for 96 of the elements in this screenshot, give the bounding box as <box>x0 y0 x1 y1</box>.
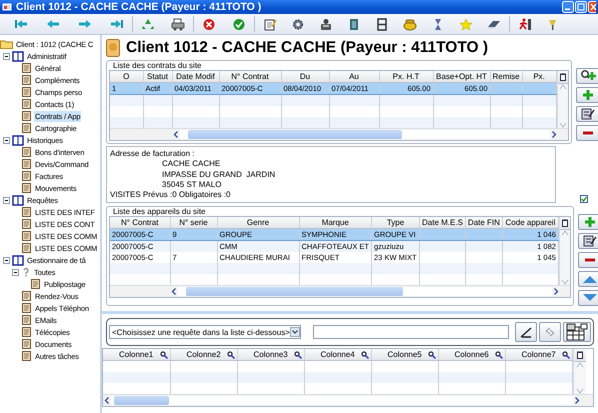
remove-button[interactable] <box>576 125 598 141</box>
scroll-right-icon[interactable] <box>573 396 581 406</box>
expand-toggle[interactable] <box>3 52 10 60</box>
search-icon[interactable] <box>160 350 168 359</box>
scroll-left-icon[interactable] <box>103 396 111 406</box>
edit-query-button[interactable] <box>515 322 537 342</box>
visits-text: VISITES Prévus :0 Obligatoires :0 <box>110 190 232 200</box>
document-icon <box>21 243 32 253</box>
search-icon[interactable] <box>294 350 302 359</box>
horizontal-scrollbar[interactable] <box>110 285 570 298</box>
client-card-icon <box>106 39 120 57</box>
document-icon <box>21 339 32 349</box>
close-circle-icon[interactable] <box>202 18 216 30</box>
clipboard-icon <box>560 73 566 81</box>
scroll-right-icon[interactable] <box>550 130 558 139</box>
arrow-right-icon[interactable] <box>78 18 92 30</box>
magnifier-plus-icon <box>580 69 596 83</box>
dropdown-value: <Choisissez une requête dans la liste ci-dessous> <box>112 328 290 337</box>
remove-button[interactable] <box>578 252 598 268</box>
notepad-icon[interactable] <box>263 18 277 30</box>
expand-toggle[interactable] <box>3 196 10 204</box>
document-icon <box>21 315 32 325</box>
clipboard-icon <box>562 219 568 228</box>
search-field[interactable] <box>312 325 509 340</box>
scroll-left-icon[interactable] <box>170 287 178 296</box>
address-line: IMPASSE DU GRAND JARDIN <box>161 170 276 180</box>
close-button[interactable] <box>588 1 596 13</box>
column-header[interactable]: Du <box>300 72 310 81</box>
window-title: Client 1012 - CACHE CACHE (Payeur : 411TOTO ) <box>16 1 262 13</box>
search-add-button[interactable] <box>576 68 598 84</box>
group-title: Liste des appareils du site <box>112 207 206 216</box>
column-header[interactable]: O <box>123 72 130 81</box>
minimize-button[interactable] <box>562 1 574 13</box>
pen-icon <box>519 325 533 340</box>
document-icon <box>21 87 32 97</box>
arrow-left-bar-icon[interactable] <box>14 18 28 30</box>
document-icon <box>21 111 32 121</box>
swap-arrows-icon <box>544 326 556 338</box>
expand-toggle[interactable] <box>3 136 10 144</box>
clipboard-icon <box>576 351 582 360</box>
expand-toggle[interactable] <box>3 256 10 264</box>
running-person-icon[interactable] <box>518 18 532 30</box>
edit-form-icon <box>582 234 598 248</box>
document-icon <box>21 75 32 85</box>
document-icon <box>21 351 32 361</box>
document-icon <box>21 147 32 157</box>
document-icon <box>21 303 32 313</box>
scroll-right-icon[interactable] <box>552 287 560 296</box>
document-icon <box>21 63 32 73</box>
export-grid-button[interactable] <box>563 322 591 342</box>
search-icon[interactable] <box>428 350 436 359</box>
address-label: Adresse de facturation : <box>110 149 196 160</box>
arrow-left-icon[interactable] <box>46 18 60 30</box>
document-icon <box>30 279 41 289</box>
edit-form-icon <box>580 107 596 121</box>
question-icon <box>21 267 31 277</box>
search-icon[interactable] <box>226 350 234 359</box>
document-icon <box>21 99 32 109</box>
document-icon <box>21 231 32 241</box>
edit-button[interactable] <box>578 233 598 250</box>
check-circle-icon[interactable] <box>232 18 246 30</box>
group-title: Liste des contrats du site <box>112 61 202 70</box>
address-line: 35045 ST MALO <box>161 180 222 190</box>
search-icon[interactable] <box>494 350 502 359</box>
check-icon <box>581 196 587 202</box>
document-icon <box>21 171 32 181</box>
checkbox[interactable] <box>580 195 588 204</box>
edit-button[interactable] <box>576 106 598 122</box>
move-down-button[interactable] <box>578 290 598 306</box>
app-icon <box>2 2 12 12</box>
maximize-button[interactable] <box>575 1 587 13</box>
gear-icon[interactable] <box>291 18 305 30</box>
person-icon[interactable] <box>319 18 333 30</box>
document-icon <box>21 159 32 169</box>
document-icon <box>21 207 32 217</box>
search-icon[interactable] <box>562 350 570 359</box>
document-icon <box>21 291 32 301</box>
horizontal-scrollbar[interactable] <box>103 394 593 406</box>
star-icon[interactable] <box>459 18 473 30</box>
search-icon[interactable] <box>360 350 368 359</box>
column-header[interactable]: Au <box>349 72 359 81</box>
arrow-right-bar-icon[interactable] <box>110 18 124 30</box>
document-icon <box>21 183 32 193</box>
query-dropdown[interactable]: <Choisissez une requête dans la liste ci-dessous> <box>109 325 301 340</box>
page-title: Client 1012 - CACHE CACHE (Payeur : 411TOTO ) <box>126 39 488 57</box>
printer-icon[interactable] <box>171 18 185 30</box>
document-icon <box>21 219 32 229</box>
address-line: CACHE CACHE <box>161 159 222 170</box>
move-up-button[interactable] <box>578 271 598 288</box>
expand-toggle[interactable] <box>12 268 19 276</box>
folder-icon <box>0 39 13 49</box>
horizontal-scrollbar[interactable] <box>110 128 568 140</box>
spreadsheet-icon <box>566 323 588 342</box>
document-icon <box>21 123 32 133</box>
scroll-left-icon[interactable] <box>172 130 180 139</box>
document-icon <box>21 327 32 337</box>
